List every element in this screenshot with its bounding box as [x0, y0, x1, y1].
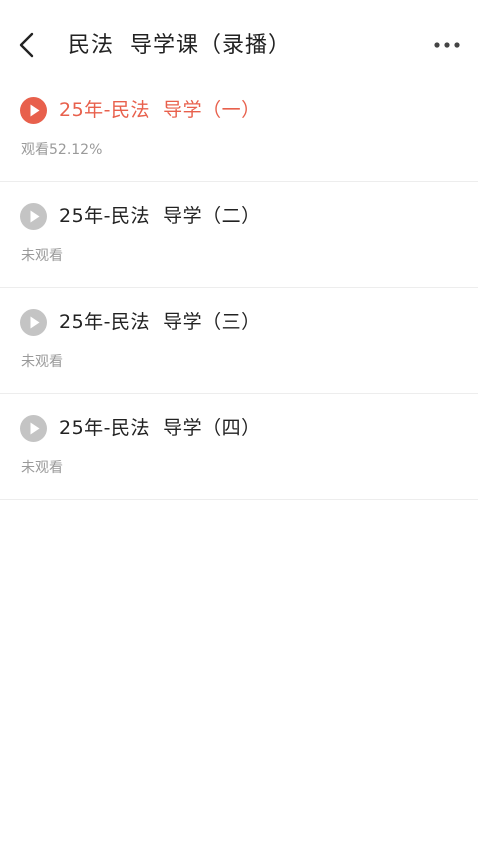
header-bar: 民法 导学课（录播） — [0, 0, 478, 88]
play-icon — [20, 97, 47, 124]
play-icon — [20, 309, 47, 336]
lesson-title: 25年-民法 导学（二） — [59, 205, 261, 227]
back-button[interactable] — [12, 28, 42, 62]
lesson-item[interactable]: 25年-民法 导学（三） 未观看 — [0, 288, 478, 394]
play-icon — [20, 415, 47, 442]
watch-status-text: 未观看 — [21, 460, 63, 476]
lesson-title: 25年-民法 导学（四） — [59, 417, 261, 439]
watch-status-text: 未观看 — [21, 354, 63, 370]
lesson-item[interactable]: 25年-民法 导学（四） 未观看 — [0, 394, 478, 500]
page-title: 民法 导学课（录播） — [68, 33, 291, 58]
watch-progress-text: 观看52.12% — [21, 142, 103, 158]
more-button[interactable] — [432, 30, 462, 60]
lesson-list: 25年-民法 导学（一） 观看52.12% 25年-民法 导学（二） 未观看 2… — [0, 76, 478, 500]
chevron-left-icon — [19, 32, 34, 58]
lesson-item[interactable]: 25年-民法 导学（二） 未观看 — [0, 182, 478, 288]
lesson-title: 25年-民法 导学（一） — [59, 99, 261, 121]
play-icon — [20, 203, 47, 230]
lesson-item[interactable]: 25年-民法 导学（一） 观看52.12% — [0, 76, 478, 182]
more-horizontal-icon — [434, 42, 460, 48]
lesson-title: 25年-民法 导学（三） — [59, 311, 261, 333]
watch-status-text: 未观看 — [21, 248, 63, 264]
